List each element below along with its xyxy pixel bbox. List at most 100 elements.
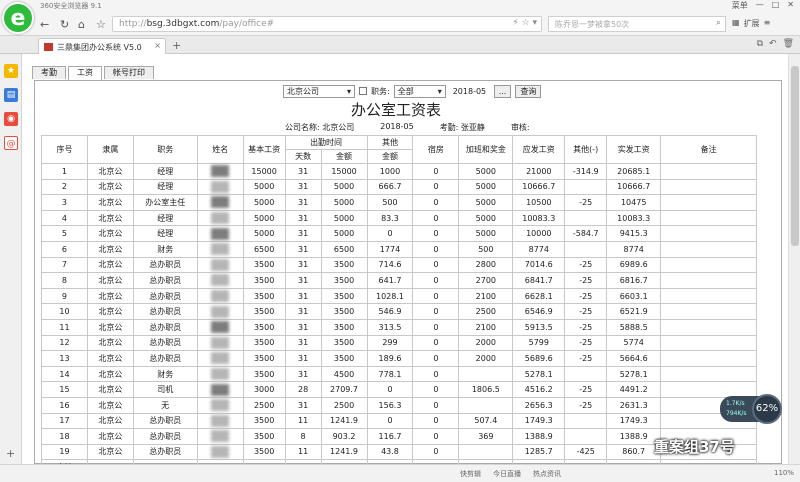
cell-other-amount: 1000	[366, 163, 414, 180]
cell-amount: 3500	[320, 287, 368, 305]
position-label: 职务:	[371, 86, 390, 96]
more-button[interactable]: ...	[493, 84, 512, 98]
cell-dorm: 0	[412, 240, 460, 258]
cell-name-redacted	[196, 365, 244, 383]
back-arrow-icon[interactable]: ←	[40, 18, 49, 31]
cell-other-amount: 714.6	[366, 256, 414, 274]
zoom-level[interactable]: 110%	[774, 469, 794, 477]
cell-other-minus: -25	[564, 350, 608, 367]
tab-salary[interactable]: 工资	[68, 66, 102, 80]
close-button[interactable]: ✕	[787, 0, 794, 11]
sidebar-add-icon[interactable]: +	[6, 447, 15, 460]
cell-actual: 6989.6	[606, 256, 662, 274]
cell-payable: 8774	[512, 240, 566, 258]
cell-payable: 10000	[512, 225, 566, 242]
search-icon[interactable]: ⌕	[716, 18, 721, 28]
cell-other-amount: 156.3	[366, 396, 414, 414]
favorites-star-icon[interactable]: ★	[4, 64, 18, 78]
url-action-icons[interactable]: ⚡ ☆ ▾	[512, 18, 537, 28]
search-input[interactable]: 陈乔恩一梦被拿50次 ⌕	[548, 16, 726, 32]
weibo-icon[interactable]: ◉	[4, 112, 18, 126]
refresh-icon[interactable]: ↻	[60, 18, 69, 31]
table-row: 10 北京公 总办职员 3500 31 3500 546.9 0 2500 6546.9 -25 65…	[41, 303, 757, 320]
header-no: 序号	[41, 135, 88, 164]
tab-account-print[interactable]: 帐号打印	[104, 66, 154, 79]
window-controls: 菜单 — □ ✕	[732, 0, 794, 11]
scrollbar-thumb[interactable]	[791, 66, 799, 246]
table-row: 7 北京公 总办职员 3500 31 3500 714.6 0 2800 7014.6 -25 698…	[41, 256, 757, 274]
cell-dept: 北京公	[86, 350, 134, 367]
cell-dept: 北京公	[86, 240, 134, 258]
cell-remarks	[660, 287, 757, 305]
cell-amount: 5000	[320, 194, 368, 211]
cell-bonus: 2700	[458, 272, 514, 289]
cell-amount: 2709.7	[320, 381, 368, 398]
email-icon[interactable]: @	[4, 136, 18, 150]
cell-dept: 北京公	[86, 428, 134, 445]
cell-base: 3500	[242, 428, 286, 445]
undo-icon[interactable]: ↶	[769, 39, 777, 49]
cell-amount: 5000	[320, 225, 368, 242]
url-text: http://bsg.3dbgxt.com/pay/office#	[119, 19, 275, 29]
status-items: 快剪辑 今日直播 热点资讯	[460, 469, 561, 479]
reader-icon[interactable]: ▤	[4, 88, 18, 102]
cell-dorm: 0	[412, 178, 460, 196]
position-checkbox[interactable]	[359, 87, 367, 95]
cell-base: 15000	[242, 163, 286, 180]
cell-dorm: 0	[412, 365, 460, 383]
cell-bonus: 500	[458, 240, 514, 258]
month-field[interactable]: 2018-05	[449, 84, 490, 98]
cell-payable: 6628.1	[512, 287, 566, 305]
cell-dept: 北京公	[86, 194, 134, 211]
status-item[interactable]: 热点资讯	[533, 469, 561, 479]
menu-icon[interactable]: ≡	[764, 18, 771, 29]
cell-position: 经理	[132, 163, 198, 180]
grid-icon[interactable]: ▦	[732, 18, 740, 29]
cell-bonus	[458, 396, 514, 414]
cell-payable: 2656.3	[512, 396, 566, 414]
cell-no: 18	[41, 428, 88, 445]
cell-position: 财务	[132, 240, 198, 258]
status-item[interactable]: 快剪辑	[460, 469, 481, 479]
cell-other-amount: 1774	[366, 240, 414, 258]
cell-no: 10	[41, 303, 88, 320]
position-select[interactable]: 全部 ▾	[393, 84, 446, 98]
minimize-button[interactable]: —	[756, 0, 764, 11]
memory-gauge[interactable]: 62%	[752, 394, 782, 424]
extension-button[interactable]: 扩展	[744, 18, 760, 29]
table-row: 4 北京公 经理 5000 31 5000 83.3 0 5000 10083.3 10083.3	[41, 209, 757, 227]
cell-bonus: 369	[458, 428, 514, 445]
menu-button[interactable]: 菜单	[732, 0, 748, 11]
tab-close-icon[interactable]: ×	[154, 41, 161, 50]
cell-payable: 6546.9	[512, 303, 566, 320]
cell-position: 总办职员	[132, 334, 198, 352]
query-button[interactable]: 查询	[515, 84, 542, 98]
maximize-button[interactable]: □	[772, 0, 780, 11]
cell-name-redacted	[196, 428, 244, 445]
header-dorm: 宿房	[412, 135, 460, 164]
browser-tab[interactable]: 三鼎集团办公系统 V5.0 ×	[38, 38, 166, 54]
cell-other-minus: -314.9	[564, 163, 608, 180]
url-input[interactable]: http://bsg.3dbgxt.com/pay/office# ⚡ ☆ ▾	[112, 16, 542, 32]
new-tab-icon[interactable]: +	[172, 39, 181, 52]
cell-base: 3500	[242, 334, 286, 352]
restore-icon[interactable]: ⧉	[757, 39, 763, 49]
redacted-name-blur	[211, 430, 230, 443]
salary-panel: 北京公司 ▾ 职务: 全部 ▾ 2018-05 ... 查询 办公室工资表 公司名称…	[34, 80, 782, 476]
bookmark-star-icon[interactable]: ☆	[96, 18, 106, 31]
cell-name-redacted	[196, 256, 244, 274]
page-scrollbar[interactable]	[788, 54, 800, 464]
company-select[interactable]: 北京公司 ▾	[283, 84, 355, 98]
cell-name-redacted	[196, 381, 244, 398]
home-icon[interactable]: ⌂	[78, 18, 85, 31]
status-item[interactable]: 今日直播	[493, 469, 521, 479]
table-row: 12 北京公 总办职员 3500 31 3500 299 0 2000 5799 -25 5774	[41, 334, 757, 352]
cell-name-redacted	[196, 194, 244, 211]
cell-dept: 北京公	[86, 303, 134, 320]
cell-dorm: 0	[412, 381, 460, 398]
tab-attendance[interactable]: 考勤	[32, 66, 66, 79]
cell-days: 31	[284, 194, 322, 211]
cell-other-minus: -25	[564, 318, 608, 336]
trash-icon[interactable]: 🗑	[783, 39, 794, 49]
cell-actual: 9415.3	[606, 225, 662, 242]
